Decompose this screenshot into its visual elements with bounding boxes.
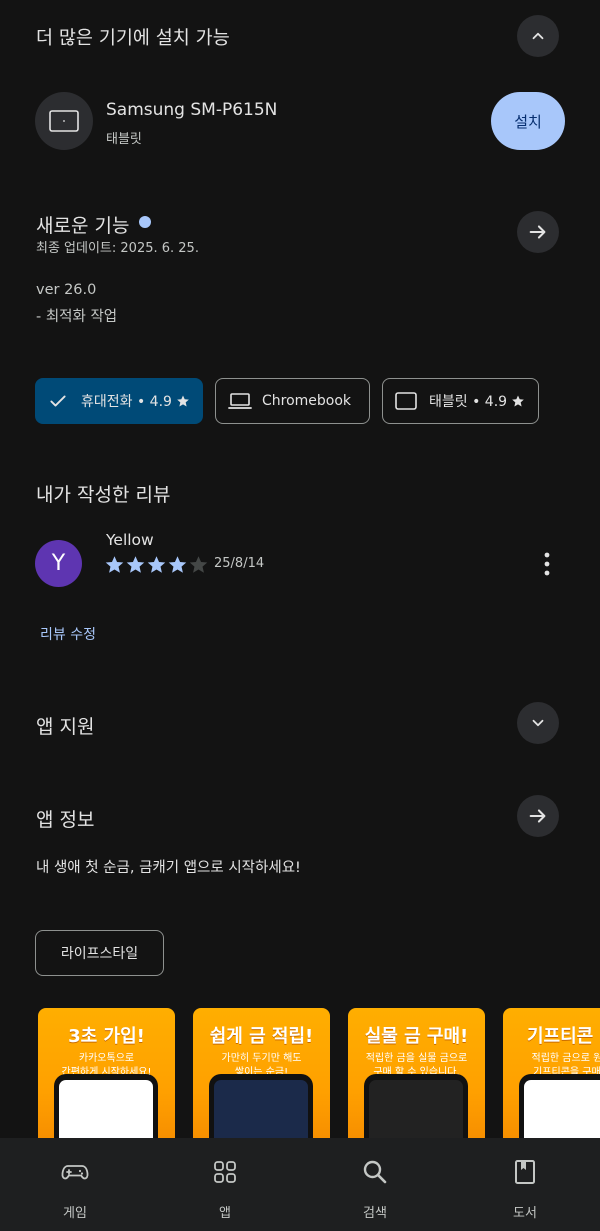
phone-mockup <box>364 1074 468 1138</box>
edit-review-link[interactable]: 리뷰 수정 <box>40 624 96 644</box>
arrow-right-icon <box>529 809 546 823</box>
chip-phone[interactable]: 휴대전화 • 4.9 <box>35 378 203 424</box>
tablet-icon <box>49 110 79 132</box>
screenshot-3[interactable]: 실물 금 구매! 적립한 금을 실물 금으로 구매 할 수 있습니다. <box>348 1008 485 1138</box>
more-vert-icon <box>544 552 550 576</box>
star-icon <box>177 395 189 407</box>
nav-games[interactable]: 게임 <box>25 1138 125 1231</box>
install-button[interactable]: 설치 <box>491 92 565 150</box>
chip-tablet-label: 태블릿 • 4.9 <box>429 394 508 410</box>
phone-mockup <box>209 1074 313 1138</box>
collapse-button[interactable] <box>517 15 559 57</box>
last-updated: 최종 업데이트: 2025. 6. 25. <box>36 241 199 256</box>
screenshot-1[interactable]: 3초 가입! 카카오톡으로 간편하게 시작하세요! <box>38 1008 175 1138</box>
version-text: ver 26.0 <box>36 282 97 298</box>
screenshot-title: 3초 가입! <box>68 1026 145 1047</box>
nav-books-label: 도서 <box>513 1206 537 1221</box>
nav-search[interactable]: 검색 <box>325 1138 425 1231</box>
check-icon <box>50 395 66 407</box>
screenshot-carousel[interactable]: 3초 가입! 카카오톡으로 간편하게 시작하세요! 쉽게 금 적립! 가만히 두… <box>0 1008 600 1138</box>
apps-grid-icon <box>214 1161 236 1183</box>
avatar-letter: Y <box>51 551 66 576</box>
screenshot-title: 실물 금 구매! <box>364 1026 469 1047</box>
arrow-right-icon <box>529 225 546 239</box>
my-review-title: 내가 작성한 리뷰 <box>36 484 171 506</box>
whats-new-title: 새로운 기능 <box>36 215 130 237</box>
laptop-icon <box>228 393 252 409</box>
more-devices-title: 더 많은 기기에 설치 가능 <box>36 28 230 49</box>
chip-chromebook[interactable]: Chromebook <box>215 378 370 424</box>
chip-chromebook-label: Chromebook <box>262 393 352 409</box>
nav-games-label: 게임 <box>63 1206 87 1221</box>
install-button-label: 설치 <box>514 112 542 131</box>
book-icon <box>515 1160 535 1184</box>
screenshot-2[interactable]: 쉽게 금 적립! 가만히 두기만 해도 쌓이는 순금! <box>193 1008 330 1138</box>
star-filled-icon <box>168 556 187 573</box>
phone-mockup <box>519 1074 600 1138</box>
nav-books[interactable]: 도서 <box>475 1138 575 1231</box>
review-more-button[interactable] <box>535 548 559 580</box>
category-chip[interactable]: 라이프스타일 <box>35 930 164 976</box>
bottom-nav: 게임 앱 검색 도서 <box>0 1138 600 1231</box>
app-info-title: 앱 정보 <box>36 809 95 831</box>
star-empty-icon <box>189 556 208 573</box>
nav-search-label: 검색 <box>363 1206 387 1221</box>
chevron-up-icon <box>532 32 544 40</box>
review-date: 25/8/14 <box>214 556 265 571</box>
device-icon-circle <box>35 92 93 150</box>
tablet-icon <box>395 392 417 410</box>
release-note: - 최적화 작업 <box>36 309 118 325</box>
chevron-down-icon <box>532 719 544 727</box>
app-info-arrow-button[interactable] <box>517 795 559 837</box>
screenshot-title: 기프티콘 구 <box>526 1026 600 1047</box>
reviewer-name: Yellow <box>106 531 154 549</box>
app-description: 내 생애 첫 순금, 금캐기 앱으로 시작하세요! <box>36 860 301 876</box>
phone-mockup <box>54 1074 158 1138</box>
app-support-expand-button[interactable] <box>517 702 559 744</box>
screenshot-title: 쉽게 금 적립! <box>209 1026 314 1047</box>
star-filled-icon <box>126 556 145 573</box>
nav-apps[interactable]: 앱 <box>175 1138 275 1231</box>
search-icon <box>363 1160 387 1184</box>
star-filled-icon <box>105 556 124 573</box>
gamepad-icon <box>61 1165 89 1180</box>
category-chip-label: 라이프스타일 <box>60 946 139 962</box>
review-rating <box>104 554 209 575</box>
screenshot-4[interactable]: 기프티콘 구 적립한 금으로 원하 기프티콘을 구매하 <box>503 1008 600 1138</box>
star-filled-icon <box>147 556 166 573</box>
device-name: Samsung SM-P615N <box>106 100 278 120</box>
nav-apps-label: 앱 <box>219 1206 231 1221</box>
star-icon <box>512 395 524 407</box>
chip-tablet[interactable]: 태블릿 • 4.9 <box>382 378 539 424</box>
device-type: 태블릿 <box>106 132 142 147</box>
app-support-title: 앱 지원 <box>36 716 95 738</box>
chip-phone-label: 휴대전화 • 4.9 <box>81 394 172 410</box>
new-indicator-dot <box>139 216 151 228</box>
avatar: Y <box>35 540 82 587</box>
whats-new-arrow-button[interactable] <box>517 211 559 253</box>
